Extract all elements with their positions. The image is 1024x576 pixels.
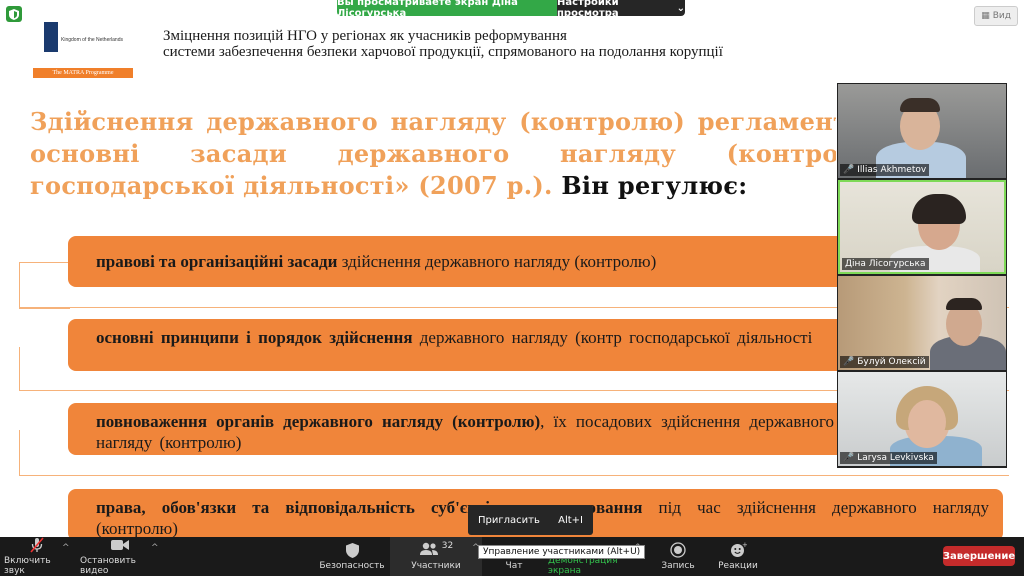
mic-muted-icon: 🎤 <box>843 453 855 463</box>
invite-shortcut: Alt+I <box>558 514 583 526</box>
list-item-bold: основні принципи і порядок здійснення <box>96 328 413 347</box>
matra-logo: Kingdom of the Netherlands The MATRA Pro… <box>33 22 135 78</box>
slide-title-line1: Здійснення державного нагляду (контролю)… <box>30 107 836 136</box>
participant-name: Illias Akhmetov <box>857 165 927 175</box>
emoji-plus-icon: + <box>730 542 747 558</box>
mic-muted-icon: 🎤 <box>843 165 855 175</box>
camera-icon <box>111 537 129 553</box>
participants-button[interactable]: 32 Участники <box>390 537 482 576</box>
reactions-label: Реакции <box>718 561 758 571</box>
list-item-bold: правові та організаційні засади <box>96 252 338 271</box>
connector <box>19 262 70 309</box>
slide-header: Зміцнення позицій НГО у регіонах як учас… <box>163 28 723 60</box>
slide-title-line3: господарської діяльності» (2007 р.). <box>30 171 553 200</box>
slide-header-line1: Зміцнення позицій НГО у регіонах як учас… <box>163 28 567 44</box>
encryption-shield-icon[interactable] <box>6 6 22 22</box>
stop-video-label: Остановить видео <box>80 556 136 576</box>
slide-title: Здійснення державного нагляду (контролю)… <box>30 106 836 202</box>
list-item: повноваження органів державного нагляду … <box>68 403 848 455</box>
connector <box>19 347 70 391</box>
unmute-label: Включить звук <box>4 556 51 576</box>
participant-name: Larysa Levkivska <box>857 453 934 463</box>
reactions-button[interactable]: + Реакции <box>716 537 760 576</box>
participant-name: Булуй Олексій <box>857 357 926 367</box>
svg-text:+: + <box>742 542 747 549</box>
end-meeting-button[interactable]: Завершение <box>943 546 1015 566</box>
participants-tooltip: Управление участниками (Alt+U) <box>478 545 646 559</box>
participants-count: 32 <box>441 541 454 551</box>
connector <box>19 475 1009 477</box>
list-item-text: здійснення державного нагляду (контролю) <box>337 252 657 271</box>
record-icon <box>670 542 686 558</box>
slide-title-black: Він регулює: <box>552 171 748 200</box>
slide-title-line2: основні засади державного нагляду (контр… <box>30 139 836 168</box>
participant-video-strip[interactable]: 🎤 Illias Akhmetov Діна Лісогурська 🎤 Булуй… <box>837 83 1007 468</box>
invite-menu-item[interactable]: Пригласить Alt+I <box>468 505 593 535</box>
security-label: Безопасность <box>319 561 385 571</box>
view-options-button[interactable]: Настройки просмотра ⌄ <box>557 0 685 19</box>
grid-icon: ▦ <box>981 11 990 21</box>
connector <box>19 430 70 476</box>
mic-off-icon <box>29 537 45 553</box>
list-item: основні принципи і порядок здійснення де… <box>68 319 848 371</box>
netherlands-crest-icon <box>44 22 58 52</box>
invite-label: Пригласить <box>478 514 540 526</box>
view-button-label: Вид <box>992 11 1011 21</box>
view-button[interactable]: ▦ Вид <box>974 6 1018 26</box>
share-screen-label: Демонстрация экрана <box>548 556 618 576</box>
screen-share-banner: Вы просматриваете экран Діна Лісогурська <box>337 0 557 19</box>
shield-icon <box>345 542 359 558</box>
chevron-up-icon[interactable]: ^ <box>151 543 159 553</box>
participant-video-tile[interactable]: 🎤 Булуй Олексій <box>838 276 1006 370</box>
record-button[interactable]: Запись <box>656 537 700 576</box>
participant-video-tile[interactable]: Діна Лісогурська <box>838 180 1006 274</box>
slide-header-line2: системи забезпечення безпеки харчової пр… <box>163 44 723 60</box>
logo-programme-text: The MATRA Programme <box>33 68 133 78</box>
logo-country-text: Kingdom of the Netherlands <box>61 37 123 43</box>
security-button[interactable]: Безопасность <box>319 537 385 576</box>
participant-video-tile[interactable]: 🎤 Illias Akhmetov <box>838 84 1006 178</box>
list-item-bold: повноваження органів державного нагляду … <box>96 412 541 431</box>
participants-label: Участники <box>411 561 461 571</box>
mic-muted-icon: 🎤 <box>843 357 855 367</box>
chevron-up-icon[interactable]: ^ <box>62 543 70 553</box>
list-item-text: державного нагляду (контр господарської … <box>412 328 813 347</box>
unmute-button[interactable]: Включить звук <box>4 537 70 576</box>
chat-label: Чат <box>505 561 523 571</box>
stop-video-button[interactable]: Остановить видео <box>80 537 160 576</box>
list-item: правові та організаційні засади здійснен… <box>68 236 848 287</box>
chevron-down-icon: ⌄ <box>676 2 685 14</box>
participant-name: Діна Лісогурська <box>845 259 926 269</box>
participants-icon <box>419 542 439 558</box>
view-options-label: Настройки просмотра <box>557 0 619 19</box>
record-label: Запись <box>661 561 695 571</box>
participant-video-tile[interactable]: 🎤 Larysa Levkivska <box>838 372 1006 466</box>
